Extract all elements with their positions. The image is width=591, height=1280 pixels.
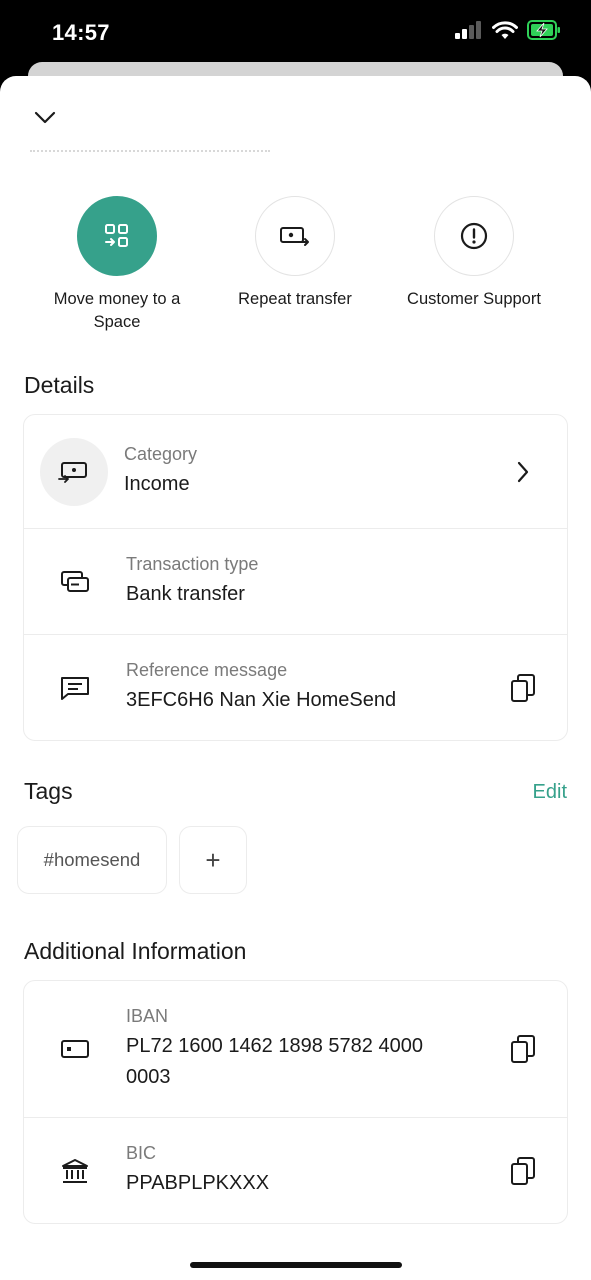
transaction-type-label: Transaction type — [126, 554, 259, 574]
copy-icon — [511, 673, 535, 702]
tags-title: Tags — [24, 778, 73, 804]
collapse-button[interactable] — [30, 106, 60, 130]
copy-iban-button[interactable] — [493, 1034, 553, 1064]
repeat-transfer-label: Repeat transfer — [238, 290, 352, 308]
additional-info-card: IBAN PL72 1600 1462 1898 5782 4000 0003 — [23, 980, 568, 1224]
bic-value: PPABPLPKXXX — [126, 1172, 270, 1194]
move-money-action[interactable]: Move money to a Space — [27, 196, 207, 334]
customer-support-action[interactable]: Customer Support — [384, 196, 564, 311]
reference-message-row: Reference message 3EFC6H6 Nan Xie HomeSe… — [24, 634, 567, 740]
support-icon — [460, 222, 488, 250]
wifi-icon — [492, 20, 518, 39]
reference-label: Reference message — [126, 660, 288, 680]
bic-icon-wrap — [40, 1157, 110, 1185]
iban-row: IBAN PL72 1600 1462 1898 5782 4000 0003 — [24, 981, 567, 1117]
category-row[interactable]: Category Income — [24, 415, 567, 528]
customer-support-button[interactable] — [434, 196, 514, 276]
bank-transfer-icon — [61, 570, 89, 592]
category-chevron[interactable] — [493, 461, 553, 483]
copy-bic-button[interactable] — [493, 1156, 553, 1186]
cellular-signal-icon — [455, 21, 481, 39]
tag-chip[interactable]: #homesend — [17, 826, 167, 894]
reference-icon-wrap — [40, 675, 110, 701]
move-money-button[interactable] — [77, 196, 157, 276]
scrolled-content-remnant — [30, 150, 270, 156]
bic-label: BIC — [126, 1143, 157, 1163]
reference-value: 3EFC6H6 Nan Xie HomeSend — [126, 689, 397, 711]
chevron-down-icon — [34, 111, 56, 124]
repeat-transfer-action[interactable]: Repeat transfer — [205, 196, 385, 311]
transaction-type-icon-wrap — [40, 569, 110, 595]
category-value: Income — [124, 473, 190, 495]
chevron-right-icon — [517, 461, 529, 482]
status-bar: 14:57 — [0, 0, 591, 64]
copy-icon — [511, 1035, 535, 1063]
status-time: 14:57 — [52, 20, 110, 45]
transaction-type-row: Transaction type Bank transfer — [24, 528, 567, 634]
category-icon-bubble — [40, 437, 108, 506]
transaction-type-value: Bank transfer — [126, 583, 245, 605]
repeat-transfer-icon — [280, 227, 309, 246]
category-label: Category — [124, 444, 198, 464]
details-title: Details — [24, 372, 95, 398]
details-card: Category Income Transaction type Bank tr… — [23, 414, 568, 741]
customer-support-label: Customer Support — [407, 290, 541, 308]
transaction-detail-sheet: Move money to a Space Repeat transfer Cu… — [0, 76, 591, 1280]
iban-label: IBAN — [126, 1006, 169, 1026]
move-money-label: Move money to a Space — [53, 290, 181, 331]
iban-icon-wrap — [40, 1038, 110, 1060]
bic-row: BIC PPABPLPKXXX — [24, 1117, 567, 1223]
copy-reference-button[interactable] — [493, 673, 553, 703]
additional-info-title: Additional Information — [24, 938, 247, 964]
home-indicator[interactable] — [190, 1262, 402, 1268]
card-icon — [61, 1040, 89, 1058]
tags-edit-link[interactable]: Edit — [533, 781, 567, 804]
status-icons — [455, 20, 561, 40]
quick-actions: Move money to a Space Repeat transfer Cu… — [0, 196, 591, 346]
repeat-transfer-button[interactable] — [255, 196, 335, 276]
message-icon — [61, 676, 89, 700]
battery-charging-icon — [527, 20, 560, 40]
move-money-icon — [105, 224, 128, 247]
iban-value: PL72 1600 1462 1898 5782 4000 0003 — [126, 1035, 423, 1088]
copy-icon — [511, 1156, 535, 1185]
add-tag-button[interactable]: + — [179, 826, 247, 894]
category-income-icon — [58, 461, 87, 483]
bank-icon — [62, 1158, 88, 1183]
